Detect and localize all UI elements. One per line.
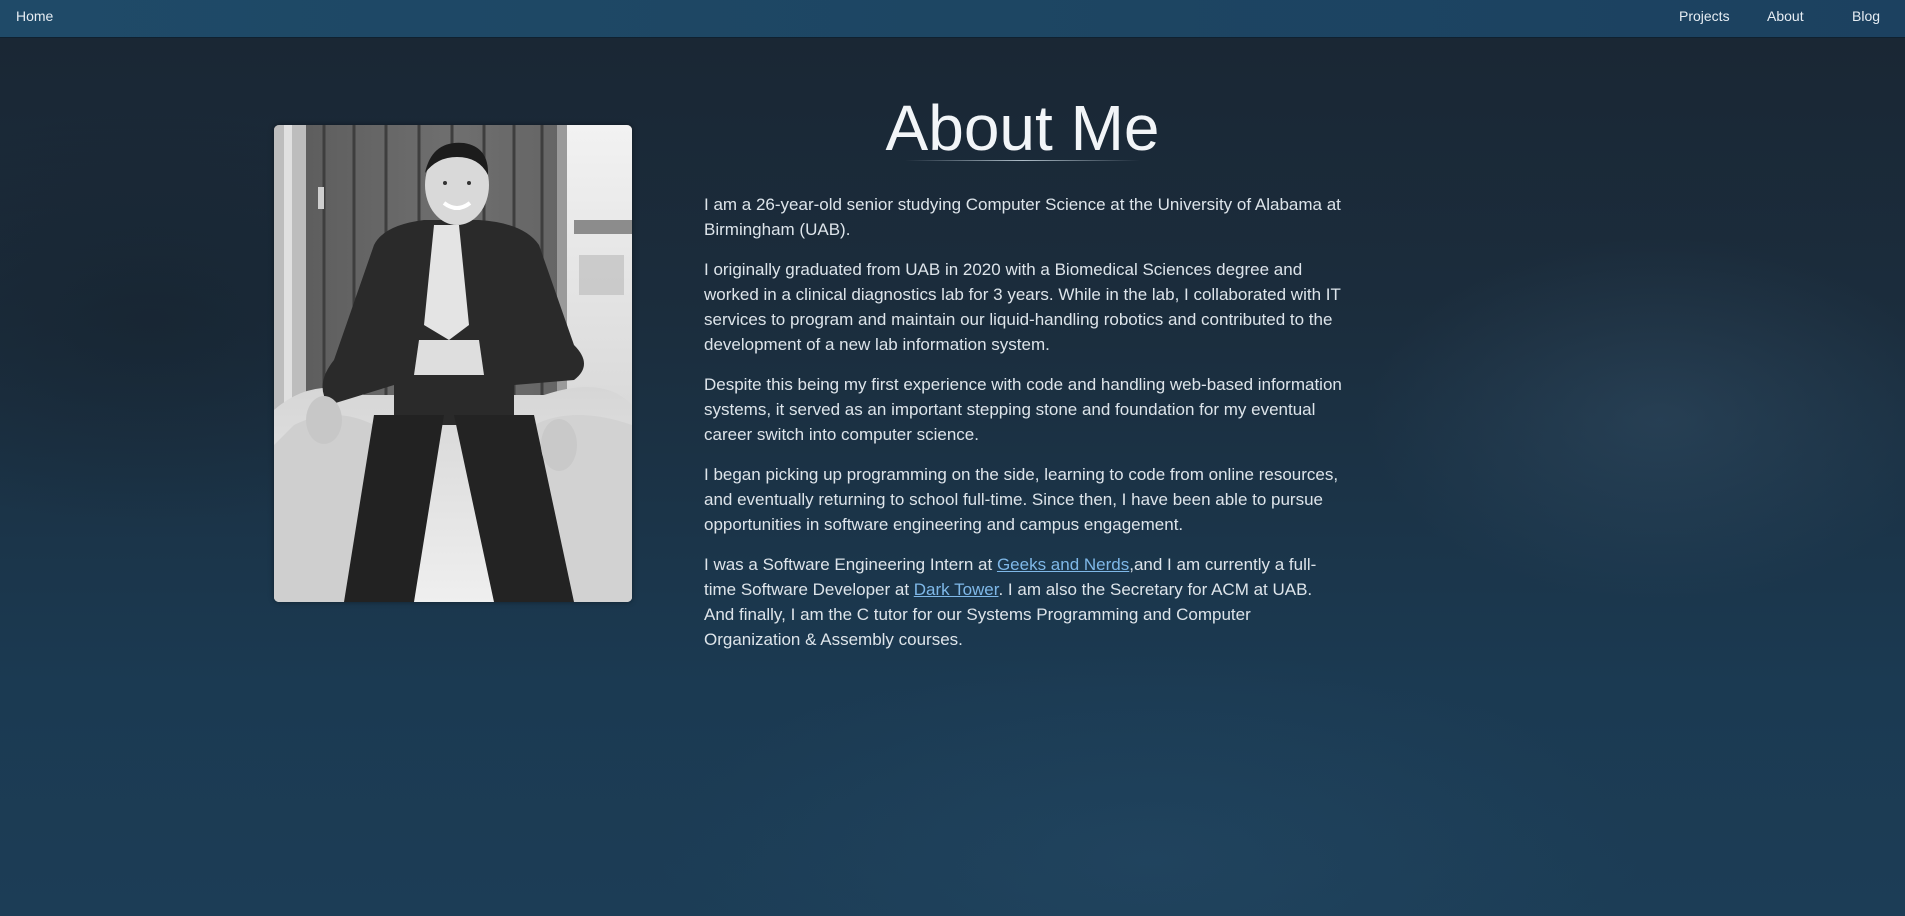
about-paragraph-5: I was a Software Engineering Intern at G… bbox=[704, 552, 1344, 652]
dark-tower-link[interactable]: Dark Tower bbox=[914, 580, 999, 599]
title-underline bbox=[905, 160, 1140, 161]
profile-photo bbox=[274, 125, 632, 602]
about-content: I am a 26-year-old senior studying Compu… bbox=[704, 192, 1344, 667]
top-navbar: Home Projects About Blog bbox=[0, 0, 1905, 38]
nav-home-link[interactable]: Home bbox=[16, 8, 53, 24]
page-title: About Me bbox=[885, 92, 1160, 164]
about-paragraph-3: Despite this being my first experience w… bbox=[704, 375, 1342, 444]
about-paragraph-2: I originally graduated from UAB in 2020 … bbox=[704, 260, 1341, 354]
about-paragraph-1: I am a 26-year-old senior studying Compu… bbox=[704, 195, 1341, 239]
geeks-and-nerds-link[interactable]: Geeks and Nerds bbox=[997, 555, 1129, 574]
nav-about-link[interactable]: About bbox=[1767, 8, 1804, 24]
nav-projects-link[interactable]: Projects bbox=[1679, 8, 1730, 24]
about-paragraph-4: I began picking up programming on the si… bbox=[704, 465, 1339, 534]
nav-blog-link[interactable]: Blog bbox=[1852, 8, 1880, 24]
paragraph-5-text-1: I was a Software Engineering Intern at bbox=[704, 555, 997, 574]
